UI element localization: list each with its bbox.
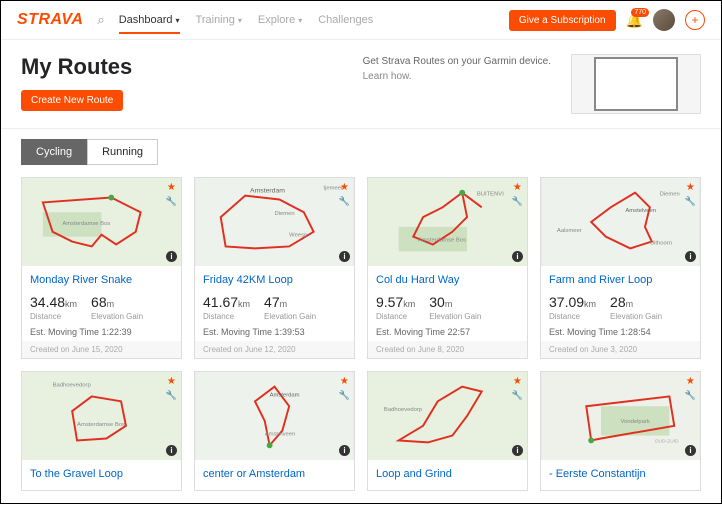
route-name-link[interactable]: center or Amsterdam [203,468,346,480]
route-card: Badhoevedorp ★ 🔧 i Loop and Grind [367,371,528,491]
hero-section: My Routes Create New Route Get Strava Ro… [1,40,721,129]
route-map[interactable]: AmsterdamDiemenWeespIjemeer ★🔧 i [195,178,354,266]
info-icon[interactable]: i [166,445,177,456]
route-map[interactable]: Amstelveen Aalsmeer Uithoorn Diemen ★ 🔧 i [541,178,700,266]
route-name-link[interactable]: Monday River Snake [30,274,173,286]
tab-cycling[interactable]: Cycling [21,139,87,165]
info-icon[interactable]: i [339,445,350,456]
route-map[interactable]: BUITENVI Amsterdamse Bos ★ 🔧 i [368,178,527,266]
chevron-down-icon: ▾ [238,16,242,25]
svg-text:BUITENVI: BUITENVI [477,192,504,198]
nav-challenges[interactable]: Challenges [318,14,373,26]
info-icon[interactable]: i [339,251,350,262]
notification-badge: 770 [631,8,649,17]
star-icon[interactable]: ★ [340,182,349,193]
svg-text:Amstelveen: Amstelveen [625,208,656,214]
route-card: Amsterdam Amstelveen ★ 🔧 i center or Amste… [194,371,355,491]
activity-tabs: Cycling Running [1,139,721,165]
route-card: Badhoevedorp Amsterdamse Bos ★ 🔧 i To the … [21,371,182,491]
learn-how-link[interactable]: Learn how. [363,71,412,82]
svg-text:Weesp: Weesp [289,233,308,239]
nav-explore[interactable]: Explore▾ [258,14,302,26]
svg-text:Amsterdamse Bos: Amsterdamse Bos [62,221,110,227]
route-card: Vondelpark OUD-ZUID ★ 🔧 i - Eerste Constan… [540,371,701,491]
wrench-icon[interactable]: 🔧 [339,390,350,401]
promo-text: Get Strava Routes on your Garmin device.… [363,54,551,84]
nav-training[interactable]: Training▾ [196,14,242,26]
route-card: Amstelveen Aalsmeer Uithoorn Diemen ★ 🔧 i Fa… [540,177,701,359]
wrench-icon[interactable]: 🔧 [685,196,696,207]
route-name-link[interactable]: Col du Hard Way [376,274,519,286]
svg-text:Amsterdamse Bos: Amsterdamse Bos [418,238,466,244]
route-map[interactable]: Badhoevedorp ★ 🔧 i [368,372,527,460]
top-header: STRAVA ⌕ Dashboard▾ Training▾ Explore▾ C… [1,1,721,40]
star-icon[interactable]: ★ [167,182,176,193]
svg-text:Diemen: Diemen [275,211,295,217]
page-title: My Routes [21,54,343,80]
wrench-icon[interactable]: 🔧 [166,390,177,401]
star-icon[interactable]: ★ [513,182,522,193]
chevron-down-icon: ▾ [176,16,180,25]
svg-text:Amsterdam: Amsterdam [250,188,285,195]
svg-text:Aalsmeer: Aalsmeer [557,228,582,234]
wrench-icon[interactable]: 🔧 [512,196,523,207]
info-icon[interactable]: i [685,251,696,262]
avatar[interactable] [653,9,675,31]
info-icon[interactable]: i [685,445,696,456]
route-card: BUITENVI Amsterdamse Bos ★ 🔧 i Col du Hard… [367,177,528,359]
routes-grid: Amsterdamse Bos ★🔧 i Monday River Snake … [1,165,721,503]
svg-text:Amstelveen: Amstelveen [265,432,296,438]
add-button[interactable]: + [685,10,705,30]
strava-logo[interactable]: STRAVA [17,11,83,29]
route-name-link[interactable]: Loop and Grind [376,468,519,480]
route-map[interactable]: Amsterdamse Bos ★ 🔧 i [22,178,181,266]
svg-text:Badhoevedorp: Badhoevedorp [384,407,423,413]
route-map[interactable]: Badhoevedorp Amsterdamse Bos ★ 🔧 i [22,372,181,460]
svg-text:Diemen: Diemen [660,192,680,198]
star-icon[interactable]: ★ [686,182,695,193]
route-card: Amsterdamse Bos ★🔧 i Monday River Snake … [21,177,182,359]
svg-text:Uithoorn: Uithoorn [650,240,672,246]
nav-dashboard[interactable]: Dashboard▾ [119,14,180,34]
header-right: Give a Subscription 🔔770 + [509,9,705,31]
route-map[interactable]: Amsterdam Amstelveen ★ 🔧 i [195,372,354,460]
info-icon[interactable]: i [166,251,177,262]
search-icon[interactable]: ⌕ [97,12,104,28]
svg-text:Amsterdamse Bos: Amsterdamse Bos [77,422,125,428]
route-name-link[interactable]: Friday 42KM Loop [203,274,346,286]
wrench-icon[interactable]: 🔧 [339,196,350,207]
route-name-link[interactable]: To the Gravel Loop [30,468,173,480]
svg-text:OUD-ZUID: OUD-ZUID [655,438,679,444]
route-name-link[interactable]: Farm and River Loop [549,274,692,286]
star-icon[interactable]: ★ [340,376,349,387]
star-icon[interactable]: ★ [167,376,176,387]
notifications-icon[interactable]: 🔔770 [626,12,643,29]
chevron-down-icon: ▾ [298,16,302,25]
route-map[interactable]: Vondelpark OUD-ZUID ★ 🔧 i [541,372,700,460]
svg-text:Badhoevedorp: Badhoevedorp [53,383,92,389]
tab-running[interactable]: Running [87,139,158,165]
create-route-button[interactable]: Create New Route [21,90,123,111]
wrench-icon[interactable]: 🔧 [512,390,523,401]
main-nav: Dashboard▾ Training▾ Explore▾ Challenges [119,14,495,26]
star-icon[interactable]: ★ [686,376,695,387]
svg-text:Amsterdam: Amsterdam [270,392,300,398]
svg-text:Vondelpark: Vondelpark [621,419,650,425]
wrench-icon[interactable]: 🔧 [685,390,696,401]
star-icon[interactable]: ★ [513,376,522,387]
route-name-link[interactable]: - Eerste Constantijn [549,468,692,480]
info-icon[interactable]: i [512,251,523,262]
wrench-icon[interactable]: 🔧 [166,196,177,207]
route-card: AmsterdamDiemenWeespIjemeer ★🔧 i Friday … [194,177,355,359]
give-subscription-button[interactable]: Give a Subscription [509,10,616,31]
info-icon[interactable]: i [512,445,523,456]
promo-image [571,54,701,114]
